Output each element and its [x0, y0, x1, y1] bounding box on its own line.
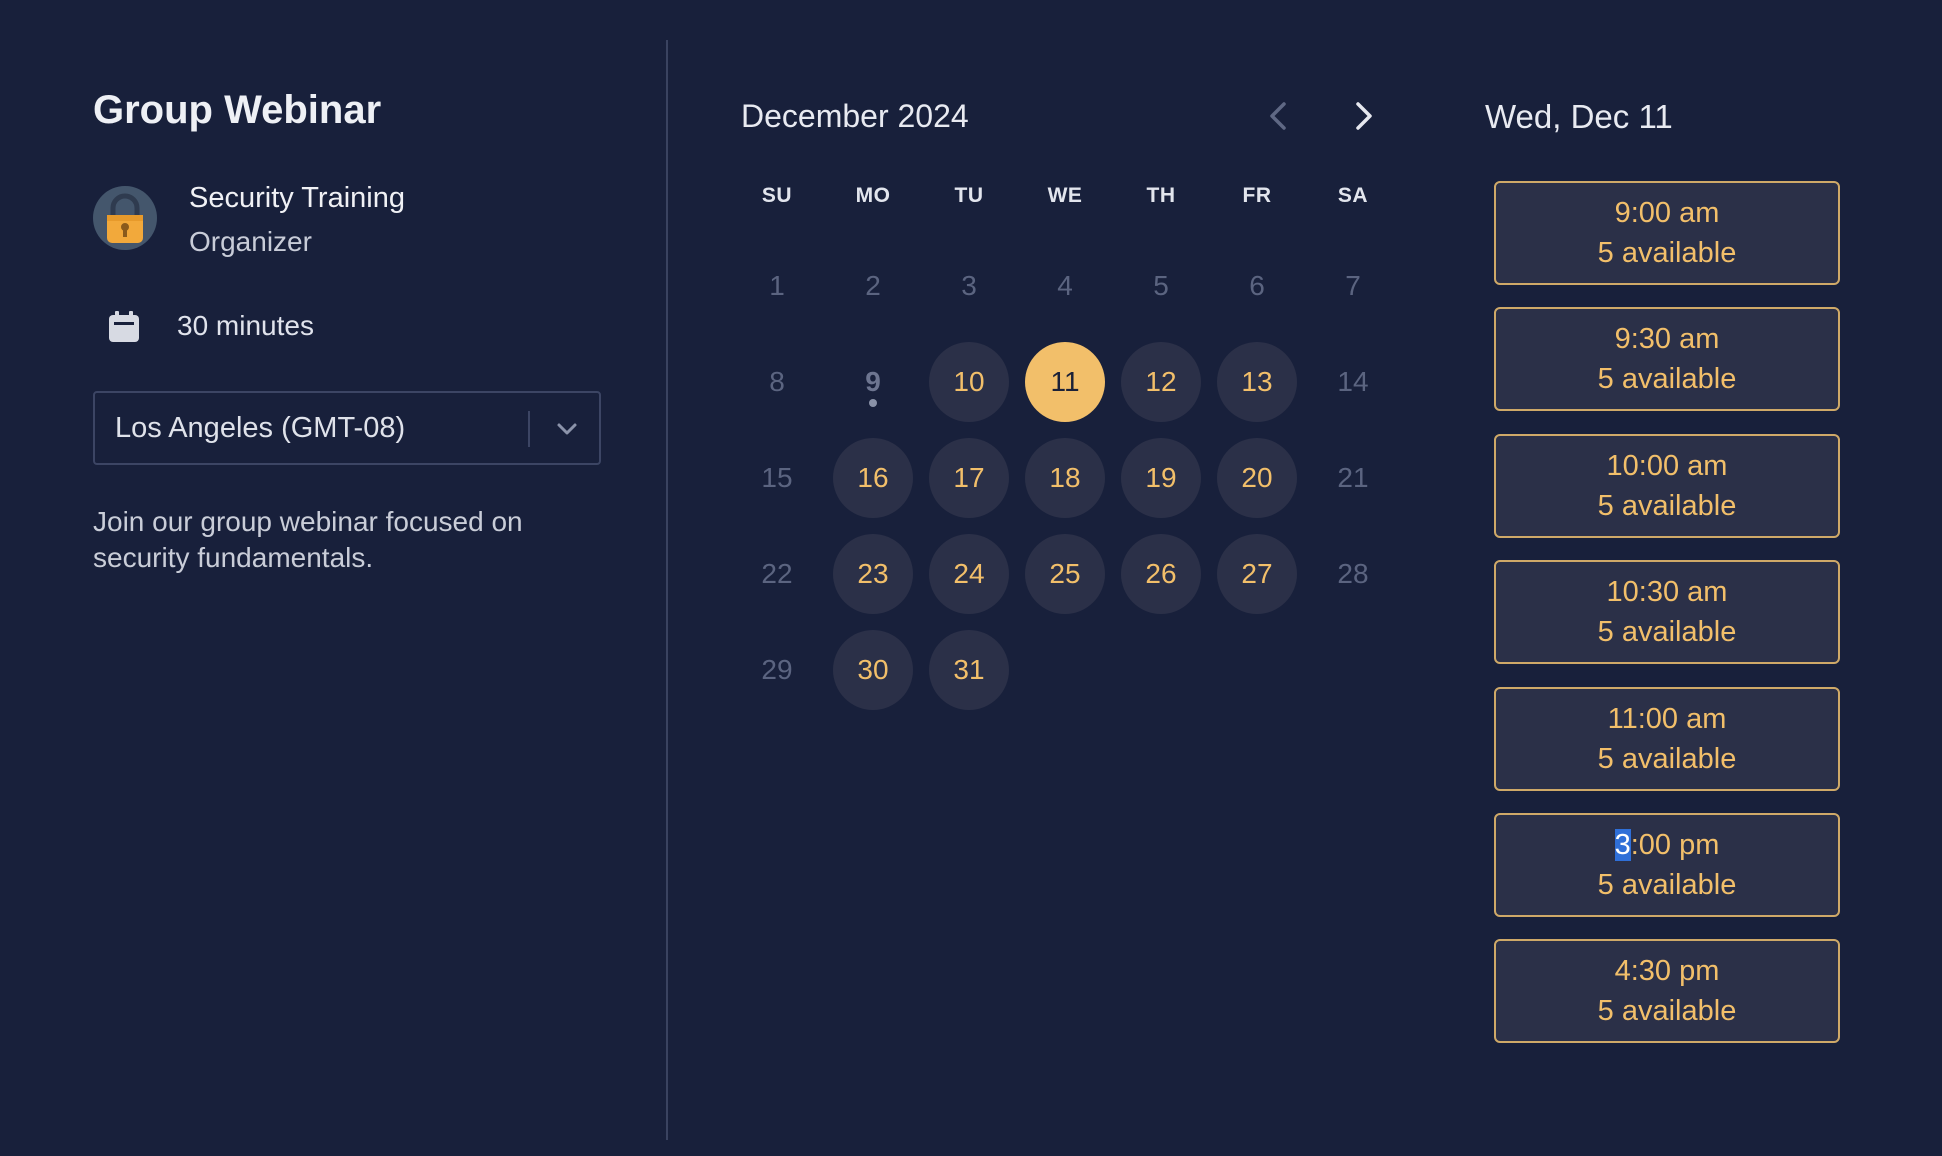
day-cell[interactable]: 26 — [1121, 534, 1201, 614]
weekday-label: SA — [1337, 184, 1369, 207]
slot-availability: 5 available — [1597, 237, 1737, 269]
day-cell: 5 — [1153, 270, 1169, 301]
time-slot[interactable]: 3:00 pm 5 available — [1494, 813, 1840, 917]
padlock-icon — [107, 193, 143, 243]
day-cell[interactable]: 31 — [929, 630, 1009, 710]
day-cell[interactable]: 17 — [929, 438, 1009, 518]
organizer-avatar — [93, 186, 157, 250]
time-slot[interactable]: 4:30 pm 5 available — [1494, 939, 1840, 1043]
chevron-left-icon[interactable] — [1259, 96, 1299, 136]
slot-time: 11:00 am — [1607, 703, 1727, 735]
event-title: Group Webinar — [93, 88, 382, 132]
day-cell: 3 — [961, 270, 977, 301]
day-cell: 1 — [769, 270, 785, 301]
day-cell[interactable]: 12 — [1121, 342, 1201, 422]
day-cell: 14 — [1337, 366, 1369, 397]
day-cell[interactable]: 20 — [1217, 438, 1297, 518]
day-cell: 21 — [1337, 462, 1369, 493]
timezone-value: Los Angeles (GMT-08) — [115, 412, 406, 444]
organizer-role: Organizer — [189, 226, 312, 257]
weekday-label: FR — [1242, 184, 1272, 207]
day-cell-selected[interactable]: 11 — [1025, 342, 1105, 422]
panel-divider — [666, 40, 668, 1140]
time-slot[interactable]: 10:30 am 5 available — [1494, 560, 1840, 664]
day-cell[interactable]: 13 — [1217, 342, 1297, 422]
day-cell[interactable]: 27 — [1217, 534, 1297, 614]
slot-time: 9:00 am — [1614, 197, 1720, 229]
day-cell: 6 — [1249, 270, 1265, 301]
day-cell: 2 — [865, 270, 881, 301]
day-cell: 22 — [761, 558, 793, 589]
day-cell[interactable]: 23 — [833, 534, 913, 614]
time-slot[interactable]: 11:00 am 5 available — [1494, 687, 1840, 791]
time-slot[interactable]: 9:30 am 5 available — [1494, 307, 1840, 411]
day-cell[interactable]: 18 — [1025, 438, 1105, 518]
slot-availability: 5 available — [1597, 995, 1737, 1027]
calendar-icon — [109, 311, 139, 342]
day-cell: 29 — [761, 654, 793, 685]
day-cell: 7 — [1345, 270, 1361, 301]
select-divider — [528, 411, 530, 447]
day-cell[interactable]: 16 — [833, 438, 913, 518]
slot-availability: 5 available — [1597, 490, 1737, 522]
event-description: Join our group webinar focused on securi… — [93, 506, 523, 573]
slot-time: 3:00 pm — [1496, 829, 1838, 862]
day-cell[interactable]: 30 — [833, 630, 913, 710]
day-cell-today: 9 — [865, 366, 881, 397]
selected-date-label: Wed, Dec 11 — [1485, 98, 1673, 135]
slot-time: 4:30 pm — [1614, 955, 1720, 987]
today-indicator-dot — [869, 399, 877, 407]
slot-time-rest: :00 pm — [1630, 829, 1720, 861]
text-selection-highlight: 3 — [1614, 829, 1631, 861]
slot-time: 10:00 am — [1606, 450, 1728, 482]
day-cell: 8 — [769, 366, 785, 397]
slot-time: 9:30 am — [1614, 323, 1720, 355]
day-cell[interactable]: 10 — [929, 342, 1009, 422]
slot-availability: 5 available — [1597, 743, 1737, 775]
day-cell[interactable]: 25 — [1025, 534, 1105, 614]
weekday-label: MO — [855, 184, 891, 207]
weekday-label: TU — [954, 184, 984, 207]
day-cell: 4 — [1057, 270, 1073, 301]
time-slot[interactable]: 9:00 am 5 available — [1494, 181, 1840, 285]
month-label: December 2024 — [741, 98, 969, 134]
weekday-label: SU — [761, 184, 793, 207]
event-duration: 30 minutes — [177, 310, 314, 341]
weekday-label: WE — [1047, 184, 1083, 207]
chevron-right-icon[interactable] — [1343, 96, 1383, 136]
slot-time: 10:30 am — [1606, 576, 1728, 608]
weekday-label: TH — [1146, 184, 1176, 207]
chevron-down-icon[interactable] — [553, 415, 581, 443]
day-cell: 15 — [761, 462, 793, 493]
day-cell[interactable]: 19 — [1121, 438, 1201, 518]
slot-availability: 5 available — [1597, 616, 1737, 648]
slot-availability: 5 available — [1597, 363, 1737, 395]
day-cell[interactable]: 24 — [929, 534, 1009, 614]
time-slot[interactable]: 10:00 am 5 available — [1494, 434, 1840, 538]
day-cell: 28 — [1337, 558, 1369, 589]
timezone-select[interactable]: Los Angeles (GMT-08) — [93, 391, 601, 465]
organizer-name: Security Training — [189, 182, 405, 214]
slot-availability: 5 available — [1597, 869, 1737, 901]
